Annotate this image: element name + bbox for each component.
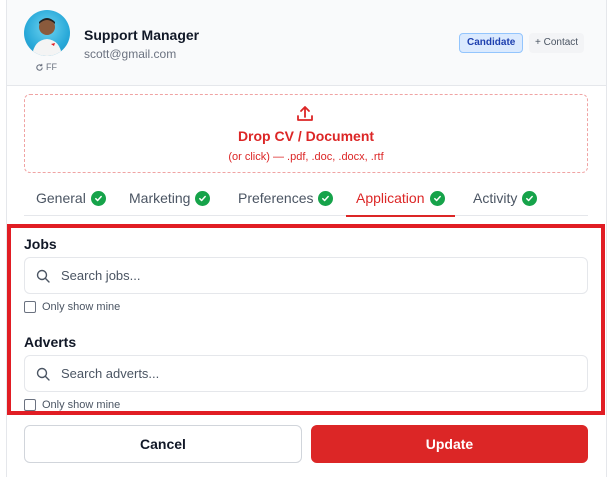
adverts-search-input[interactable]: [61, 356, 581, 391]
candidate-panel: FF Support Manager scott@gmail.com Candi…: [6, 0, 607, 477]
adverts-only-mine-checkbox[interactable]: [24, 399, 36, 411]
tab-activity[interactable]: Activity: [473, 180, 538, 216]
upload-icon: [297, 106, 313, 121]
tab-label: Preferences: [238, 190, 314, 206]
profile-header: FF Support Manager scott@gmail.com Candi…: [7, 0, 606, 86]
cancel-button[interactable]: Cancel: [24, 425, 302, 463]
dropzone-subtitle: (or click) — .pdf, .doc, .docx, .rtf: [228, 151, 384, 163]
update-button[interactable]: Update: [311, 425, 588, 463]
check-circle-icon: [429, 190, 445, 206]
profile-email: scott@gmail.com: [84, 47, 177, 61]
candidate-badge[interactable]: Candidate: [459, 33, 524, 53]
adverts-only-mine-label: Only show mine: [42, 399, 121, 411]
add-contact-badge[interactable]: + Contact: [529, 33, 585, 53]
jobs-search-input[interactable]: [61, 258, 581, 293]
check-circle-icon: [90, 190, 106, 206]
tab-label: Application: [356, 190, 425, 206]
check-circle-icon: [318, 190, 334, 206]
avatar[interactable]: [24, 10, 70, 56]
adverts-search[interactable]: [24, 355, 588, 392]
tab-marketing[interactable]: Marketing: [129, 180, 211, 216]
search-icon: [36, 367, 50, 381]
check-circle-icon: [522, 190, 538, 206]
tab-label: Activity: [473, 190, 518, 206]
tab-general[interactable]: General: [36, 180, 106, 216]
tab-application[interactable]: Application: [346, 180, 454, 217]
cv-dropzone[interactable]: Drop CV / Document (or click) — .pdf, .d…: [24, 94, 588, 173]
jobs-search[interactable]: [24, 257, 588, 294]
adverts-only-mine-toggle[interactable]: Only show mine: [24, 399, 120, 411]
profile-name: Support Manager: [84, 27, 200, 43]
owner-initials[interactable]: FF: [35, 62, 57, 72]
jobs-only-mine-checkbox[interactable]: [24, 301, 36, 313]
jobs-only-mine-label: Only show mine: [42, 301, 121, 313]
dropzone-title: Drop CV / Document: [237, 128, 375, 144]
check-circle-icon: [195, 190, 211, 206]
refresh-icon: [36, 63, 43, 71]
adverts-label: Adverts: [24, 334, 77, 350]
tab-label: General: [36, 190, 86, 206]
jobs-only-mine-toggle[interactable]: Only show mine: [24, 301, 120, 313]
jobs-label: Jobs: [24, 236, 57, 252]
owner-initials-label: FF: [46, 62, 57, 72]
tab-preferences[interactable]: Preferences: [238, 180, 334, 216]
search-icon: [36, 269, 50, 283]
tab-label: Marketing: [129, 190, 191, 206]
tab-bar: General Marketing Preferences Applicatio…: [24, 180, 588, 217]
